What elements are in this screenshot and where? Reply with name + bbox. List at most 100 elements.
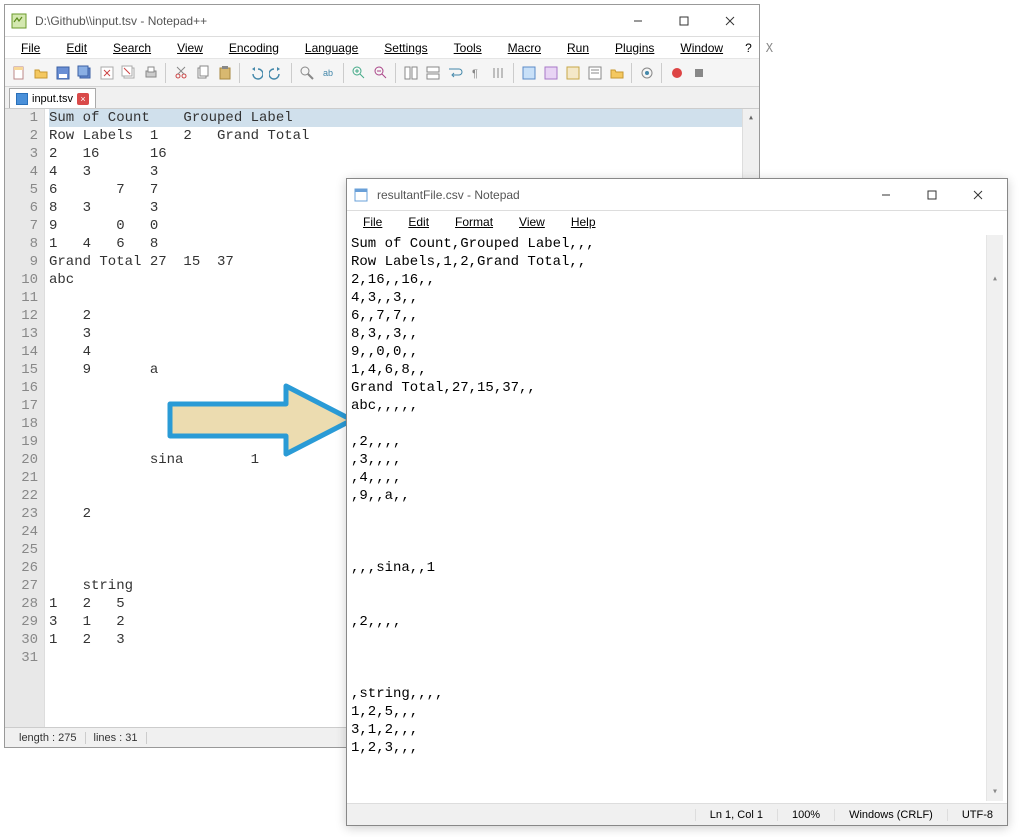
text-line[interactable] xyxy=(351,523,986,541)
text-line[interactable]: 1,2,5,,, xyxy=(351,703,986,721)
menu-edit[interactable]: Edit xyxy=(54,39,99,57)
text-line[interactable] xyxy=(351,415,986,433)
minimize-button[interactable] xyxy=(615,6,661,36)
text-line[interactable]: ,3,,,, xyxy=(351,451,986,469)
close-button[interactable] xyxy=(955,180,1001,210)
text-line[interactable]: ,9,,a,, xyxy=(351,487,986,505)
tab-close-icon[interactable]: × xyxy=(77,93,89,105)
sync-vscroll-icon[interactable] xyxy=(401,63,421,83)
scroll-up-icon[interactable]: ▴ xyxy=(987,271,1003,288)
monitor-icon[interactable] xyxy=(637,63,657,83)
replace-icon[interactable]: ab xyxy=(319,63,339,83)
menu-view[interactable]: View xyxy=(507,213,557,231)
text-line[interactable]: ,,,sina,,1 xyxy=(351,559,986,577)
text-line[interactable] xyxy=(351,649,986,667)
text-line[interactable] xyxy=(351,541,986,559)
menu-run[interactable]: Run xyxy=(555,39,601,57)
menu-help[interactable]: ? xyxy=(739,39,758,57)
copy-icon[interactable] xyxy=(193,63,213,83)
vertical-scrollbar[interactable]: ▴ ▾ xyxy=(986,235,1003,801)
menu-file[interactable]: File xyxy=(9,39,52,57)
text-line[interactable] xyxy=(351,667,986,685)
sync-hscroll-icon[interactable] xyxy=(423,63,443,83)
text-line[interactable]: 4,3,,3,, xyxy=(351,289,986,307)
menu-window[interactable]: Window xyxy=(668,39,735,57)
paste-icon[interactable] xyxy=(215,63,235,83)
minimize-button[interactable] xyxy=(863,180,909,210)
menu-help[interactable]: Help xyxy=(559,213,608,231)
notepad-title: resultantFile.csv - Notepad xyxy=(377,188,863,202)
maximize-button[interactable] xyxy=(909,180,955,210)
menu-plugins[interactable]: Plugins xyxy=(603,39,666,57)
close-button[interactable] xyxy=(707,6,753,36)
text-line[interactable] xyxy=(351,757,986,775)
new-file-icon[interactable] xyxy=(9,63,29,83)
menubar-close-x[interactable]: X xyxy=(760,39,781,57)
menu-file[interactable]: File xyxy=(351,213,394,231)
wordwrap-icon[interactable] xyxy=(445,63,465,83)
text-line[interactable]: ,2,,,, xyxy=(351,433,986,451)
menu-macro[interactable]: Macro xyxy=(496,39,553,57)
print-icon[interactable] xyxy=(141,63,161,83)
doc-list-icon[interactable] xyxy=(563,63,583,83)
svg-text:¶: ¶ xyxy=(472,68,478,80)
menu-edit[interactable]: Edit xyxy=(396,213,441,231)
text-line[interactable]: 8,3,,3,, xyxy=(351,325,986,343)
code-line[interactable]: 2 16 16 xyxy=(49,145,742,163)
stop-macro-icon[interactable] xyxy=(689,63,709,83)
folder-workspace-icon[interactable] xyxy=(607,63,627,83)
npp-titlebar[interactable]: D:\Github\\input.tsv - Notepad++ xyxy=(5,5,759,37)
zoom-in-icon[interactable] xyxy=(349,63,369,83)
save-icon[interactable] xyxy=(53,63,73,83)
text-line[interactable]: ,4,,,, xyxy=(351,469,986,487)
text-line[interactable]: ,string,,,, xyxy=(351,685,986,703)
menu-language[interactable]: Language xyxy=(293,39,370,57)
text-line[interactable]: Row Labels,1,2,Grand Total,, xyxy=(351,253,986,271)
find-icon[interactable] xyxy=(297,63,317,83)
text-line[interactable]: 6,,7,7,, xyxy=(351,307,986,325)
doc-map-icon[interactable] xyxy=(541,63,561,83)
scroll-up-icon[interactable]: ▴ xyxy=(743,109,759,126)
record-macro-icon[interactable] xyxy=(667,63,687,83)
tab-input-tsv[interactable]: input.tsv × xyxy=(9,88,96,108)
save-all-icon[interactable] xyxy=(75,63,95,83)
text-line[interactable] xyxy=(351,505,986,523)
text-line[interactable]: 9,,0,0,, xyxy=(351,343,986,361)
open-file-icon[interactable] xyxy=(31,63,51,83)
maximize-button[interactable] xyxy=(661,6,707,36)
notepad-titlebar[interactable]: resultantFile.csv - Notepad xyxy=(347,179,1007,211)
text-line[interactable]: 1,4,6,8,, xyxy=(351,361,986,379)
allchars-icon[interactable]: ¶ xyxy=(467,63,487,83)
indent-guide-icon[interactable] xyxy=(489,63,509,83)
func-list-icon[interactable] xyxy=(585,63,605,83)
undo-icon[interactable] xyxy=(245,63,265,83)
udl-icon[interactable] xyxy=(519,63,539,83)
menu-format[interactable]: Format xyxy=(443,213,505,231)
text-line[interactable] xyxy=(351,577,986,595)
text-line[interactable]: 3,1,2,,, xyxy=(351,721,986,739)
text-line[interactable]: 1,2,3,,, xyxy=(351,739,986,757)
text-line[interactable] xyxy=(351,631,986,649)
text-line[interactable]: ,2,,,, xyxy=(351,613,986,631)
text-line[interactable] xyxy=(351,595,986,613)
code-line[interactable]: Sum of Count Grouped Label xyxy=(49,109,742,127)
line-number-gutter: 1234567891011121314151617181920212223242… xyxy=(5,109,45,727)
close-all-icon[interactable] xyxy=(119,63,139,83)
menu-settings[interactable]: Settings xyxy=(372,39,439,57)
menu-encoding[interactable]: Encoding xyxy=(217,39,291,57)
text-line[interactable]: Sum of Count,Grouped Label,,, xyxy=(351,235,986,253)
cut-icon[interactable] xyxy=(171,63,191,83)
scroll-down-icon[interactable]: ▾ xyxy=(987,784,1003,801)
status-eol: Windows (CRLF) xyxy=(834,809,947,821)
text-line[interactable]: abc,,,,, xyxy=(351,397,986,415)
notepad-textarea[interactable]: Sum of Count,Grouped Label,,,Row Labels,… xyxy=(347,233,1007,803)
text-line[interactable]: 2,16,,16,, xyxy=(351,271,986,289)
zoom-out-icon[interactable] xyxy=(371,63,391,83)
close-file-icon[interactable] xyxy=(97,63,117,83)
redo-icon[interactable] xyxy=(267,63,287,83)
menu-view[interactable]: View xyxy=(165,39,215,57)
text-line[interactable]: Grand Total,27,15,37,, xyxy=(351,379,986,397)
menu-search[interactable]: Search xyxy=(101,39,163,57)
code-line[interactable]: Row Labels 1 2 Grand Total xyxy=(49,127,742,145)
menu-tools[interactable]: Tools xyxy=(442,39,494,57)
